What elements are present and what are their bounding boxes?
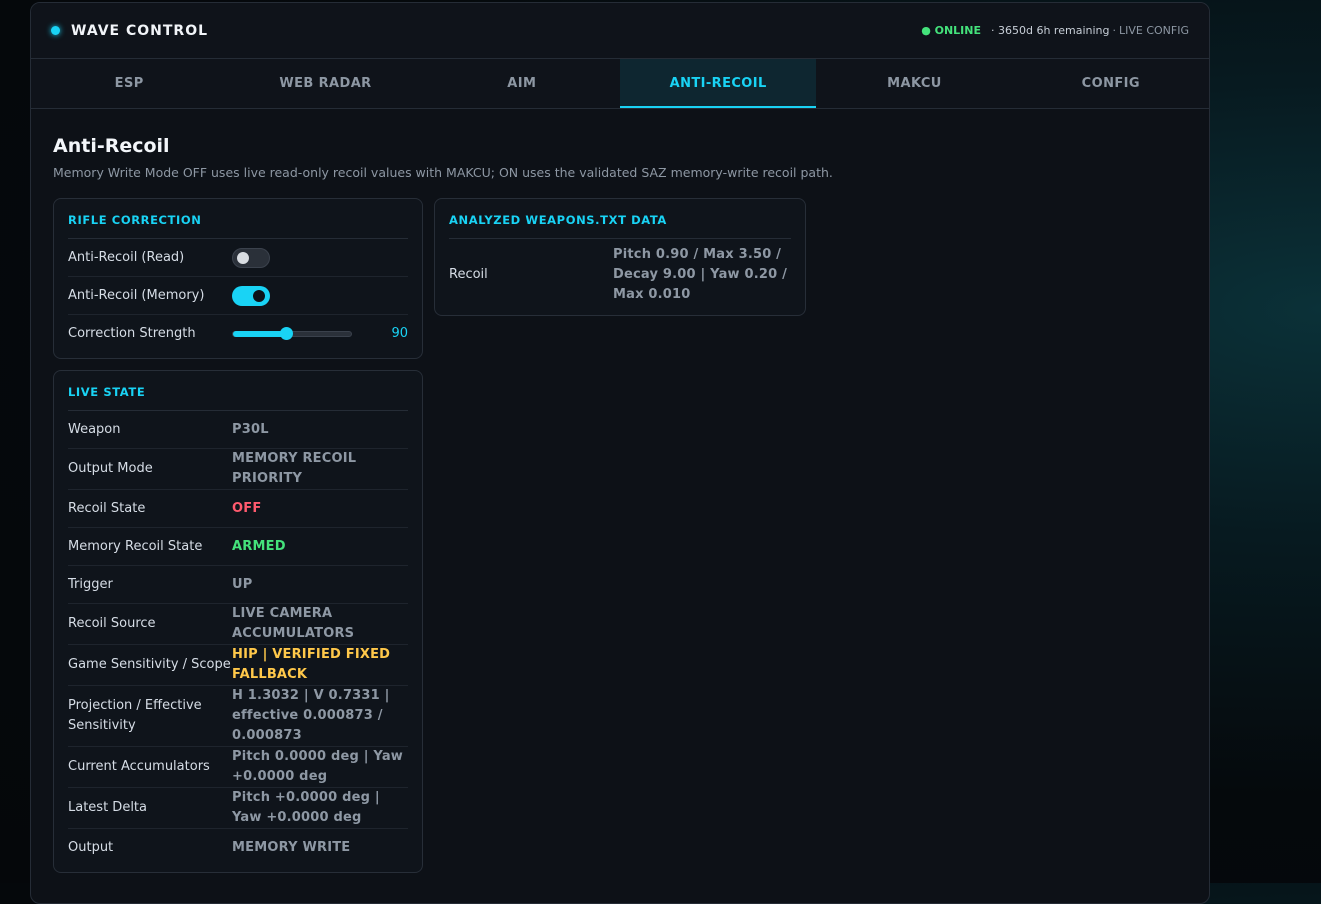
state-label: Recoil State [68, 500, 146, 516]
page-title: Anti-Recoil [53, 135, 170, 157]
setting-label: Anti-Recoil (Memory) [68, 287, 205, 303]
slider-thumb[interactable] [280, 326, 294, 340]
columns: RIFLE CORRECTION Anti-Recoil (Read) Anti… [53, 198, 1187, 884]
top-bar: WAVE CONTROL ● ONLINE · 3650d 6h remaini… [31, 3, 1209, 59]
correction-strength-slider[interactable] [232, 326, 352, 340]
strength-slider-wrap: 90 [232, 326, 408, 341]
tab-bar: ESP WEB RADAR AIM ANTI-RECOIL MAKCU CONF… [31, 59, 1209, 109]
setting-row: Correction Strength 90 [68, 315, 408, 352]
state-value: MEMORY RECOIL PRIORITY [232, 451, 357, 486]
state-label: Memory Recoil State [68, 538, 203, 554]
weapons-data-card: ANALYZED WEAPONS.TXT DATA Recoil Pitch 0… [434, 198, 806, 316]
live-state-rows: Weapon P30L Output Mode MEMORY RECOIL PRIO… [68, 411, 408, 866]
setting-label: Correction Strength [68, 325, 196, 341]
state-row: Recoil Source LIVE CAMERA ACCUMULATORS [68, 604, 408, 645]
state-label: Projection / Effective Sensitivity [68, 698, 202, 733]
state-row: Weapon P30L [68, 411, 408, 449]
main-content: Anti-Recoil Memory Write Mode OFF uses l… [31, 109, 1209, 903]
state-label: Output [68, 839, 114, 855]
state-row: Trigger UP [68, 566, 408, 604]
state-row: Current Accumulators Pitch 0.0000 deg | Y… [68, 747, 408, 788]
correction-strength-value: 90 [391, 326, 408, 341]
status-separator: · [1112, 24, 1116, 37]
brand: WAVE CONTROL [51, 23, 208, 39]
toggle-knob [253, 289, 265, 302]
state-row: Memory Recoil State ARMED [68, 528, 408, 566]
slider-fill [233, 330, 287, 337]
state-value: UP [232, 576, 253, 592]
card-title: RIFLE CORRECTION [68, 213, 408, 239]
state-label: Recoil Source [68, 616, 156, 631]
state-value: Pitch +0.0000 deg | Yaw +0.0000 deg [232, 790, 380, 825]
state-value: HIP | VERIFIED FIXED FALLBACK [232, 647, 391, 682]
setting-row: Anti-Recoil (Read) [68, 239, 408, 277]
state-row: Output MEMORY WRITE [68, 829, 408, 866]
rifle-correction-card: RIFLE CORRECTION Anti-Recoil (Read) Anti… [53, 198, 423, 359]
app-title: WAVE CONTROL [71, 22, 209, 39]
tab-web-radar[interactable]: WEB RADAR [227, 59, 423, 108]
tab-anti-recoil[interactable]: ANTI-RECOIL [619, 59, 817, 108]
state-label: Latest Delta [68, 800, 147, 815]
tab-config[interactable]: CONFIG [1013, 59, 1209, 108]
setting-row: Anti-Recoil (Memory) [68, 277, 408, 315]
state-value: H 1.3032 | V 0.7331 | effective 0.000873… [232, 688, 390, 743]
state-value: Pitch 0.0000 deg | Yaw +0.0000 deg [232, 749, 404, 784]
state-label: Weapon [68, 421, 121, 437]
state-value: P30L [232, 421, 269, 437]
brand-dot-icon [51, 26, 60, 35]
state-label: Current Accumulators [68, 759, 210, 774]
state-value: LIVE CAMERA ACCUMULATORS [232, 606, 355, 641]
tab-esp[interactable]: ESP [31, 59, 227, 108]
state-row: Projection / Effective Sensitivity H 1.30… [68, 686, 408, 747]
app-window: WAVE CONTROL ● ONLINE · 3650d 6h remaini… [30, 2, 1210, 904]
state-value: OFF [232, 500, 262, 516]
left-column: RIFLE CORRECTION Anti-Recoil (Read) Anti… [53, 198, 423, 884]
anti-recoil-read-toggle[interactable] [232, 247, 270, 268]
state-label: Trigger [68, 576, 113, 592]
state-row: Output Mode MEMORY RECOIL PRIORITY [68, 449, 408, 490]
state-row: Latest Delta Pitch +0.0000 deg | Yaw +0.0… [68, 788, 408, 829]
state-value: ARMED [232, 538, 286, 554]
state-row: Recoil State OFF [68, 490, 408, 528]
weapons-data-label: Recoil [449, 267, 488, 282]
page-subtitle: Memory Write Mode OFF uses live read-onl… [53, 165, 833, 180]
state-label: Output Mode [68, 461, 153, 476]
state-label: Game Sensitivity / Scope [68, 657, 231, 672]
tab-makcu[interactable]: MAKCU [816, 59, 1012, 108]
status-online: ● ONLINE [921, 24, 981, 37]
anti-recoil-memory-toggle[interactable] [232, 285, 270, 306]
weapons-data-value: Pitch 0.90 / Max 3.50 / Decay 9.00 | Yaw… [613, 247, 788, 302]
state-value: MEMORY WRITE [232, 839, 351, 855]
status-mode: LIVE CONFIG [1118, 24, 1189, 37]
tab-aim[interactable]: AIM [424, 59, 620, 108]
card-title: LIVE STATE [68, 385, 408, 411]
card-title: ANALYZED WEAPONS.TXT DATA [449, 213, 791, 239]
setting-label: Anti-Recoil (Read) [68, 249, 185, 265]
status-remaining: · 3650d 6h remaining [991, 24, 1110, 37]
state-row: Game Sensitivity / Scope HIP | VERIFIED F… [68, 645, 408, 686]
live-state-card: LIVE STATE Weapon P30L Output Mode MEMORY … [53, 370, 423, 873]
toggle-knob [237, 251, 249, 264]
weapons-data-row: Recoil Pitch 0.90 / Max 3.50 / Decay 9.0… [449, 239, 791, 309]
status-area: ● ONLINE · 3650d 6h remaining · LIVE CON… [921, 24, 1189, 37]
